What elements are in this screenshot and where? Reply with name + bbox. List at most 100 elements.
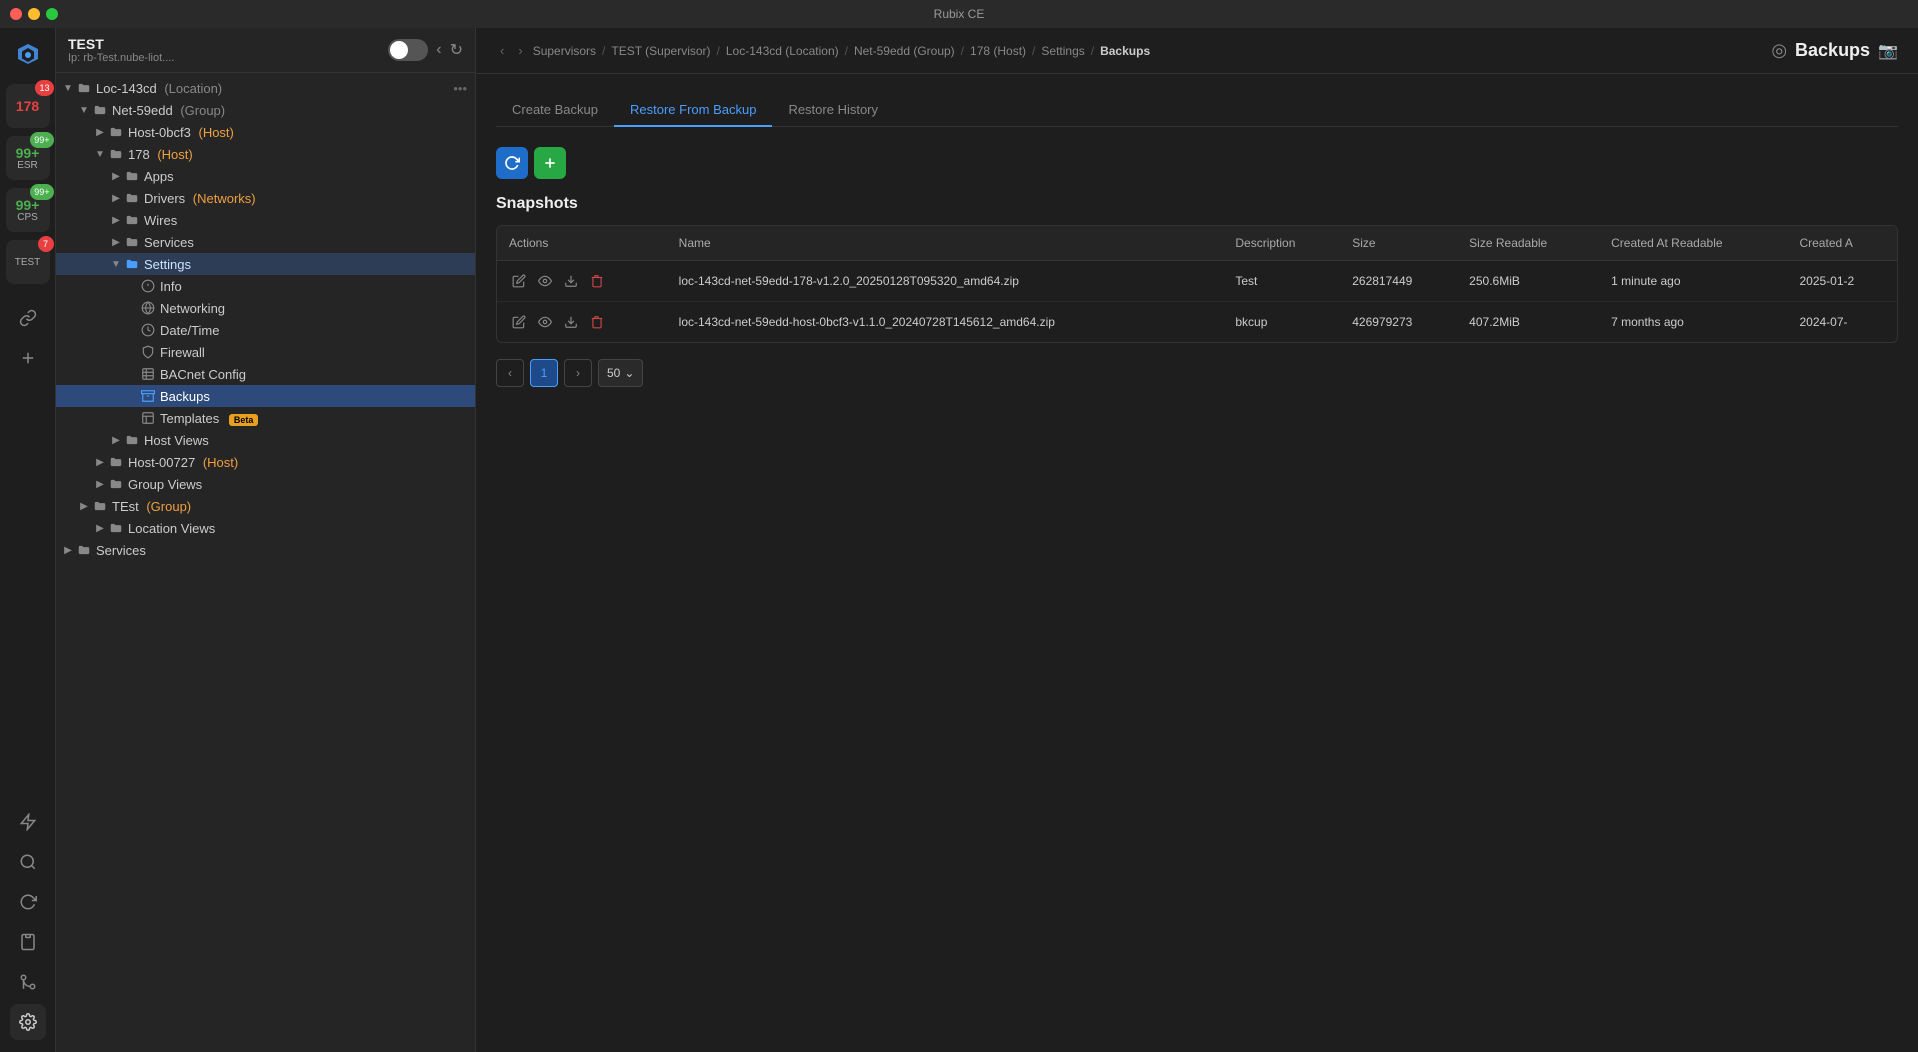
expand-arrow-host-views[interactable]: ▶ [108,432,124,448]
breadcrumb-test-supervisor[interactable]: TEST (Supervisor) [611,44,710,58]
expand-arrow-services-top[interactable]: ▶ [60,542,76,558]
row2-download-icon[interactable] [561,312,581,332]
row1-edit-icon[interactable] [509,271,529,291]
clipboard-icon-btn[interactable] [10,924,46,960]
tree-toggle[interactable] [388,39,428,61]
tree-item-host-00727[interactable]: ▶ Host-00727 (Host) [56,451,475,473]
lightning-icon-btn[interactable] [10,804,46,840]
search-icon-btn[interactable] [10,844,46,880]
breadcrumb-net-59edd[interactable]: Net-59edd (Group) [854,44,955,58]
expand-arrow-test-group[interactable]: ▶ [76,498,92,514]
settings-icon-btn[interactable] [10,1004,46,1040]
tree-item-networking[interactable]: ▶ Networking [56,297,475,319]
tree-item-settings[interactable]: ▼ Settings [56,253,475,275]
close-button[interactable] [10,8,22,20]
expand-arrow-drivers[interactable]: ▶ [108,190,124,206]
tree-item-location-views[interactable]: ▶ Location Views [56,517,475,539]
badge-cps[interactable]: 99+ 99+ CPS [6,188,50,232]
badge-test[interactable]: 7 TEST [6,240,50,284]
refresh-action-btn[interactable] [496,147,528,179]
forward-btn[interactable]: › [514,41,526,60]
badge-178[interactable]: 13 178 [6,84,50,128]
tab-restore-history[interactable]: Restore History [772,94,894,127]
expand-arrow-wires[interactable]: ▶ [108,212,124,228]
row1-delete-icon[interactable] [587,271,607,291]
tab-create-backup[interactable]: Create Backup [496,94,614,127]
breadcrumb-settings[interactable]: Settings [1041,44,1084,58]
minimize-button[interactable] [28,8,40,20]
breadcrumb-supervisors[interactable]: Supervisors [533,44,596,58]
tree-item-178-host[interactable]: ▼ 178 (Host) [56,143,475,165]
tree-item-services-178[interactable]: ▶ Services [56,231,475,253]
link-icon-btn[interactable] [10,300,46,336]
camera-icon[interactable]: 📷 [1878,41,1898,61]
breadcrumb-loc-143cd[interactable]: Loc-143cd (Location) [726,44,839,58]
tree-label-firewall: Firewall [160,345,205,360]
tree-label-wires: Wires [144,213,177,228]
target-icon: ◎ [1771,40,1787,61]
table-head: Actions Name Description Size Size Reada… [497,226,1897,261]
page-1-btn[interactable]: 1 [530,359,558,387]
tree-item-apps[interactable]: ▶ Apps [56,165,475,187]
maximize-button[interactable] [46,8,58,20]
app-logo[interactable] [10,36,46,72]
add-icon-btn[interactable] [10,340,46,376]
expand-arrow-apps[interactable]: ▶ [108,168,124,184]
tree-label-group-views: Group Views [128,477,202,492]
toggle-knob [390,41,408,59]
expand-arrow-settings[interactable]: ▼ [108,256,124,272]
next-page-btn[interactable]: › [564,359,592,387]
expand-arrow-host0bcf3[interactable]: ▶ [92,124,108,140]
row1-preview-icon[interactable] [535,271,555,291]
clock-icon [140,322,156,338]
breadcrumb-178-host[interactable]: 178 (Host) [970,44,1026,58]
tree-item-templates[interactable]: ▶ Templates Beta [56,407,475,429]
table-row: loc-143cd-net-59edd-host-0bcf3-v1.1.0_20… [497,302,1897,343]
row2-preview-icon[interactable] [535,312,555,332]
collapse-btn[interactable]: ‹ [436,41,441,59]
tree-item-drivers[interactable]: ▶ Drivers (Networks) [56,187,475,209]
refresh-icon-btn[interactable] [10,884,46,920]
tree-item-datetime[interactable]: ▶ Date/Time [56,319,475,341]
tree-item-backups[interactable]: ▶ Backups [56,385,475,407]
expand-arrow-host00727[interactable]: ▶ [92,454,108,470]
tree-item-group-views[interactable]: ▶ Group Views [56,473,475,495]
add-action-btn[interactable] [534,147,566,179]
tree-item-host-0bcf3[interactable]: ▶ Host-0bcf3 (Host) [56,121,475,143]
git-icon-btn[interactable] [10,964,46,1000]
tree-label-services-top: Services [96,543,146,558]
expand-arrow-group-views[interactable]: ▶ [92,476,108,492]
expand-arrow-services-178[interactable]: ▶ [108,234,124,250]
tree-options-loc[interactable]: ••• [453,81,467,96]
tree-label-drivers: Drivers (Networks) [144,191,256,206]
expand-arrow-net[interactable]: ▼ [76,102,92,118]
tab-restore-from-backup[interactable]: Restore From Backup [614,94,772,127]
expand-arrow-178[interactable]: ▼ [92,146,108,162]
expand-arrow-loc[interactable]: ▼ [60,80,76,96]
row2-actions-cell [509,312,655,332]
tree-item-host-views[interactable]: ▶ Host Views [56,429,475,451]
col-created-readable: Created At Readable [1599,226,1787,261]
prev-page-btn[interactable]: ‹ [496,359,524,387]
bacnet-icon [140,366,156,382]
tree-item-wires[interactable]: ▶ Wires [56,209,475,231]
expand-arrow-location-views[interactable]: ▶ [92,520,108,536]
tree-refresh-btn[interactable]: ↻ [450,40,463,60]
page-size-select[interactable]: 50 ⌄ [598,359,643,387]
tree-item-services-top[interactable]: ▶ Services [56,539,475,561]
tree-item-net-59edd[interactable]: ▼ Net-59edd (Group) [56,99,475,121]
row2-delete-icon[interactable] [587,312,607,332]
refresh-icon [19,893,37,911]
tree-item-loc-143cd[interactable]: ▼ Loc-143cd (Location) ••• [56,77,475,99]
backups-icon [140,388,156,404]
icon-sidebar-top: 13 178 99+ 99+ ESR 99+ 99+ CPS [6,36,50,804]
tree-item-firewall[interactable]: ▶ Firewall [56,341,475,363]
row1-download-icon[interactable] [561,271,581,291]
row2-edit-icon[interactable] [509,312,529,332]
col-size-readable: Size Readable [1457,226,1599,261]
badge-esr[interactable]: 99+ 99+ ESR [6,136,50,180]
tree-item-bacnet[interactable]: ▶ BACnet Config [56,363,475,385]
back-btn[interactable]: ‹ [496,41,508,60]
tree-item-info[interactable]: ▶ Info [56,275,475,297]
tree-item-test-group[interactable]: ▶ TEst (Group) [56,495,475,517]
